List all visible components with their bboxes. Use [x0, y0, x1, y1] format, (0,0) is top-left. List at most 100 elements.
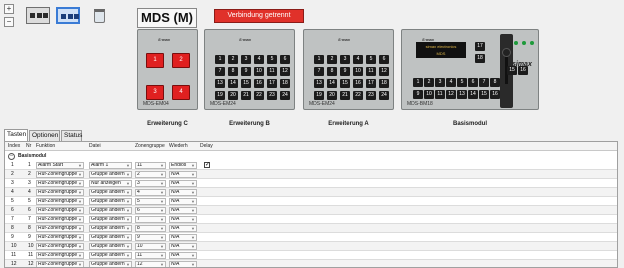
funktion-select[interactable]: Ruf-Zonengruppe ▼: [36, 243, 84, 250]
wiederh-select[interactable]: N/A ▼: [169, 189, 197, 196]
module-key[interactable]: 8: [327, 67, 337, 76]
layout-thumbnail-1[interactable]: [26, 7, 50, 24]
module-key[interactable]: 7: [215, 67, 225, 76]
chevron-down-icon[interactable]: ▼: [160, 253, 164, 258]
module-key[interactable]: 1: [314, 55, 324, 64]
funktion-select[interactable]: Ruf-Zonengruppe ▼: [36, 189, 84, 196]
trash-icon[interactable]: [94, 9, 105, 23]
module-key[interactable]: 23: [267, 91, 277, 100]
chevron-down-icon[interactable]: ▼: [160, 199, 164, 204]
chevron-down-icon[interactable]: ▼: [78, 172, 82, 177]
chevron-down-icon[interactable]: ▼: [126, 172, 130, 177]
module-key[interactable]: 10: [254, 67, 264, 76]
chevron-down-icon[interactable]: ▼: [160, 181, 164, 186]
tab-tasten[interactable]: Tasten: [4, 129, 28, 141]
chevron-down-icon[interactable]: ▼: [78, 181, 82, 186]
module-key[interactable]: 7: [314, 67, 324, 76]
module-key[interactable]: 19: [314, 91, 324, 100]
datei-select[interactable]: Nur anzeigen ▼: [89, 180, 132, 187]
chevron-down-icon[interactable]: ▼: [126, 244, 130, 249]
module-key[interactable]: 1: [215, 55, 225, 64]
module-key[interactable]: 2: [172, 53, 190, 68]
zone-select[interactable]: 6 ▼: [135, 207, 166, 214]
module-key[interactable]: 9: [241, 67, 251, 76]
column-header-delay[interactable]: Delay: [200, 142, 213, 151]
chevron-down-icon[interactable]: ▼: [126, 262, 130, 267]
table-row[interactable]: 7 7 Ruf-Zonengruppe ▼ Gruppe ändern ▼ 7 ▼ N/A ▼: [5, 215, 617, 224]
chevron-down-icon[interactable]: ▼: [126, 181, 130, 186]
funktion-select[interactable]: Alarm Start ▼: [36, 162, 84, 169]
chevron-down-icon[interactable]: ▼: [191, 253, 195, 258]
tab-status[interactable]: Status: [61, 130, 82, 141]
module-key[interactable]: 9: [340, 67, 350, 76]
module-key[interactable]: 15: [241, 79, 251, 88]
funktion-select[interactable]: Ruf-Zonengruppe ▼: [36, 234, 84, 241]
module-key[interactable]: 8: [490, 78, 500, 87]
chevron-down-icon[interactable]: ▼: [160, 262, 164, 267]
chevron-down-icon[interactable]: ▼: [78, 190, 82, 195]
chevron-down-icon[interactable]: ▼: [126, 190, 130, 195]
module-key[interactable]: 20: [228, 91, 238, 100]
module-key[interactable]: 13: [215, 79, 225, 88]
chevron-down-icon[interactable]: ▼: [191, 163, 195, 168]
module-key[interactable]: 14: [468, 90, 478, 99]
wiederh-select[interactable]: N/A ▼: [169, 243, 197, 250]
chevron-down-icon[interactable]: ▼: [160, 172, 164, 177]
zone-select[interactable]: 2 ▼: [135, 171, 166, 178]
module-key[interactable]: 10: [353, 67, 363, 76]
module-key[interactable]: 6: [468, 78, 478, 87]
datei-select[interactable]: Gruppe ändern ▼: [89, 207, 132, 214]
module-key[interactable]: 13: [314, 79, 324, 88]
funktion-select[interactable]: Ruf-Zonengruppe ▼: [36, 171, 84, 178]
module-key[interactable]: 21: [340, 91, 350, 100]
module-key[interactable]: 5: [457, 78, 467, 87]
datei-select[interactable]: Gruppe ändern ▼: [89, 198, 132, 205]
module-key[interactable]: 4: [172, 85, 190, 100]
remove-button[interactable]: −: [4, 17, 14, 27]
zone-select[interactable]: 5 ▼: [135, 198, 166, 205]
zone-select[interactable]: 8 ▼: [135, 225, 166, 232]
chevron-down-icon[interactable]: ▼: [78, 226, 82, 231]
module-key[interactable]: 1: [146, 53, 164, 68]
chevron-down-icon[interactable]: ▼: [191, 181, 195, 186]
chevron-down-icon[interactable]: ▼: [126, 208, 130, 213]
wiederh-select[interactable]: N/A ▼: [169, 198, 197, 205]
column-header-wiederh[interactable]: Wiederh: [169, 142, 188, 151]
module-key[interactable]: 3: [146, 85, 164, 100]
module-key[interactable]: 10: [424, 90, 434, 99]
chevron-down-icon[interactable]: ▼: [160, 208, 164, 213]
module-key[interactable]: 16: [353, 79, 363, 88]
datei-select[interactable]: Gruppe ändern ▼: [89, 243, 132, 250]
module-key[interactable]: 3: [435, 78, 445, 87]
group-row[interactable]: − Basismodul: [5, 152, 617, 161]
chevron-down-icon[interactable]: ▼: [126, 163, 130, 168]
table-row[interactable]: 4 4 Ruf-Zonengruppe ▼ Gruppe ändern ▼ 4 ▼ N/A ▼: [5, 188, 617, 197]
table-row[interactable]: 2 2 Ruf-Zonengruppe ▼ Gruppe ändern ▼ 2 ▼ N/A ▼: [5, 170, 617, 179]
zone-select[interactable]: 9 ▼: [135, 234, 166, 241]
chevron-down-icon[interactable]: ▼: [191, 235, 195, 240]
module-key[interactable]: 12: [280, 67, 290, 76]
module-key[interactable]: 4: [353, 55, 363, 64]
chevron-down-icon[interactable]: ▼: [191, 190, 195, 195]
chevron-down-icon[interactable]: ▼: [191, 217, 195, 222]
add-button[interactable]: +: [4, 4, 14, 14]
chevron-down-icon[interactable]: ▼: [78, 262, 82, 267]
module-key[interactable]: 17: [475, 42, 485, 51]
module-key[interactable]: 16: [518, 66, 528, 75]
column-header-zonengruppe[interactable]: Zonengruppe: [135, 142, 165, 151]
column-header-funktion[interactable]: Funktion: [36, 142, 55, 151]
chevron-down-icon[interactable]: ▼: [191, 199, 195, 204]
module-key[interactable]: 16: [254, 79, 264, 88]
chevron-down-icon[interactable]: ▼: [78, 208, 82, 213]
chevron-down-icon[interactable]: ▼: [160, 190, 164, 195]
zone-select[interactable]: 3 ▼: [135, 180, 166, 187]
module-key[interactable]: 2: [424, 78, 434, 87]
wiederh-select[interactable]: N/A ▼: [169, 225, 197, 232]
table-row[interactable]: 12 12 Ruf-Zonengruppe ▼ Gruppe ändern ▼ 12 ▼ N/A…: [5, 260, 617, 267]
module-key[interactable]: 17: [366, 79, 376, 88]
module-key[interactable]: 22: [353, 91, 363, 100]
module-key[interactable]: 4: [446, 78, 456, 87]
chevron-down-icon[interactable]: ▼: [191, 226, 195, 231]
wiederh-select[interactable]: N/A ▼: [169, 207, 197, 214]
module-key[interactable]: 5: [267, 55, 277, 64]
